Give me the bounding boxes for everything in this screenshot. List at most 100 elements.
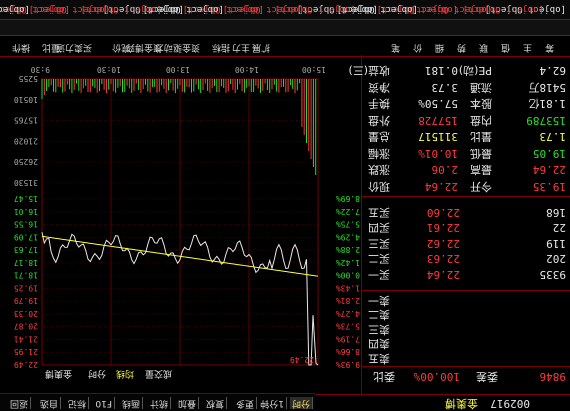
ask-label: 卖三 — [368, 323, 390, 336]
time-label: 13:00 — [166, 65, 190, 74]
price-tick: 20.87 — [14, 322, 38, 331]
quote-value-2: 62.4 — [539, 64, 567, 78]
bottom-tab[interactable]: 细 — [435, 41, 444, 53]
bid-price: 22.63 — [426, 252, 460, 266]
stock-title-bar: 002917 金奥博 — [312, 394, 570, 411]
quote-label: 总量 — [368, 130, 390, 144]
bottom-tab[interactable]: 价 — [413, 41, 422, 53]
bid-volume: 119 — [546, 237, 566, 250]
price-tick: 19.79 — [14, 296, 38, 305]
bid-label: 买一 — [368, 268, 390, 281]
quote-label-2: 流通 — [470, 81, 492, 94]
analysis-tab[interactable]: 操作 — [12, 41, 30, 53]
weibi-label: 委比 — [373, 370, 395, 383]
tab-mark[interactable]: 标记 — [65, 397, 89, 409]
bottom-tab[interactable]: 笔 — [391, 41, 400, 53]
price-tick: 21.41 — [14, 334, 38, 343]
quote-label-2: 今开 — [470, 180, 492, 193]
tab-overlay[interactable]: 叠加 — [175, 397, 199, 409]
pct-tick: 5.73% — [336, 322, 360, 331]
quote-label-2: PE(动) — [458, 64, 492, 78]
quote-label: 涨幅 — [368, 147, 390, 160]
ask-label: 卖四 — [368, 337, 390, 351]
chart-svg: 金奥博 分时 均线 成交量 22.49 21.95 21.41 20.87 20.33 19.79… — [14, 65, 360, 380]
price-tick: 16.55 — [14, 220, 38, 229]
volume-tick: 26250 — [14, 157, 38, 166]
horizontal-scrollbar[interactable] — [0, 19, 570, 36]
bid-price: 22.62 — [426, 237, 460, 250]
quote-value: 157728 — [418, 114, 458, 127]
volume-tick: 5255 — [19, 74, 38, 83]
price-callout: 22.49 — [290, 355, 314, 364]
pct-tick: 5.75% — [336, 220, 360, 229]
bid-volume: 22 — [552, 221, 566, 235]
bid-volume: 9335 — [539, 268, 567, 281]
analysis-tab[interactable]: 资金驱动力 — [155, 41, 200, 53]
quote-value: 2.06 — [431, 163, 459, 177]
analysis-tab[interactable]: 指标 — [212, 41, 230, 53]
quote-value-2: 1.81亿 — [528, 97, 567, 111]
tab-adjust[interactable]: 复权 — [203, 397, 227, 409]
pct-tick: 8.66% — [336, 347, 360, 356]
chart-header-item: 分时 — [88, 368, 106, 380]
price-tick: 18.17 — [14, 258, 38, 267]
quote-value-2: 19.35 — [532, 180, 566, 193]
pct-tick: 8.69% — [336, 194, 360, 203]
bottom-tab[interactable]: 筹 — [545, 41, 554, 53]
quote-value-2: 22.64 — [532, 163, 566, 177]
tab-stats[interactable]: 统计 — [147, 397, 171, 409]
bid-price: 22.64 — [426, 268, 460, 281]
tab-draw[interactable]: 画线 — [119, 397, 143, 409]
pct-tick: 1.43% — [336, 283, 360, 292]
quote-label: 净资 — [368, 81, 390, 94]
bid-volume: 202 — [546, 252, 566, 266]
quote-label-2: 股本 — [470, 97, 492, 111]
bid-label: 买三 — [368, 237, 390, 250]
bid-volume: 168 — [546, 206, 566, 219]
time-label: 15:00 — [302, 65, 326, 74]
weidiff-label: 委差 — [476, 370, 498, 383]
quote-value: 10.01% — [418, 147, 458, 160]
price-tick: 22.49 — [14, 360, 38, 369]
price-tick: 16.01 — [14, 207, 38, 216]
bottom-tab[interactable]: 主 — [523, 41, 532, 53]
price-tick: 17.09 — [14, 232, 38, 241]
quote-label: 涨跌 — [368, 163, 390, 177]
divider — [362, 366, 570, 367]
quote-label-2: 量比 — [470, 130, 492, 144]
volume-tick: 31530 — [14, 178, 38, 187]
pct-tick: 9.93% — [336, 360, 360, 369]
chart-header-item: 均线 — [116, 368, 134, 380]
tab-1min[interactable]: 1分钟 — [258, 397, 287, 409]
tab-f10[interactable]: F10 — [93, 397, 115, 409]
bottom-tab[interactable]: 联 — [479, 41, 488, 53]
price-tick: 18.71 — [14, 271, 38, 280]
pct-tick: 4.27% — [336, 309, 360, 318]
ask-label: 卖一 — [368, 294, 390, 307]
bid-price: 22.61 — [426, 221, 460, 235]
quote-value: 22.64 — [424, 180, 458, 193]
ask-label: 卖五 — [368, 352, 390, 365]
tab-watchlist[interactable]: 自选 — [37, 397, 61, 409]
analysis-tab[interactable]: 买卖力道 — [56, 41, 92, 53]
quote-value-2: 1.73 — [539, 130, 567, 144]
analysis-tab[interactable]: 扩展 — [252, 41, 270, 53]
analysis-tab[interactable]: 主力 — [232, 41, 250, 53]
bottom-tabbar: 笔价细势联值主筹 操作 量比 买卖力道 竞价 资金博弈 资金驱动力 指标 主力 扩展 — [0, 36, 570, 57]
quote-value-2: 19.05 — [532, 147, 566, 160]
intraday-chart[interactable]: 金奥博 分时 均线 成交量 22.49 21.95 21.41 20.87 20.33 19.79… — [0, 55, 362, 395]
index-status-bar: [object Object] [object Object] [object Ob… — [0, 0, 570, 20]
quote-value: 311517 — [418, 130, 458, 144]
pct-tick: 7.22% — [336, 207, 360, 216]
bottom-tab[interactable]: 值 — [501, 41, 510, 53]
stock-code: 002917 — [490, 397, 530, 410]
pct-tick: 0.00% — [336, 271, 360, 280]
chart-header-item: 金奥博 — [45, 368, 72, 380]
quote-value-2: 153789 — [526, 114, 566, 127]
tab-intraday[interactable]: 分时 — [289, 397, 313, 409]
quote-value: 57.50% — [418, 97, 458, 111]
tab-more[interactable]: 更多 — [233, 397, 257, 409]
quote-value: 3.73 — [431, 81, 459, 94]
bottom-tab[interactable]: 势 — [457, 41, 466, 53]
back-button[interactable]: 返回 — [7, 397, 31, 409]
